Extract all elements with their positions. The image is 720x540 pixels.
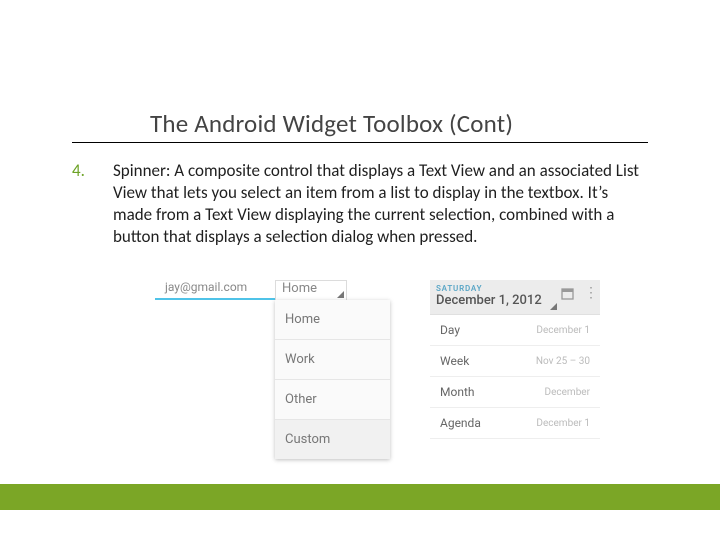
dropdown-triangle-icon [550, 303, 557, 310]
calendar-view-value: Nov 25 – 30 [536, 356, 590, 367]
dropdown-triangle-icon [337, 291, 344, 298]
title-underline [72, 142, 648, 143]
spinner-option[interactable]: Other [275, 380, 390, 420]
calendar-view-option[interactable]: Agenda December 1 [430, 408, 600, 439]
spinner-option[interactable]: Home [275, 300, 390, 340]
slide-title: The Android Widget Toolbox (Cont) [150, 108, 513, 139]
calendar-actions: ⋮ [561, 286, 596, 300]
calendar-view-label: Month [440, 385, 474, 399]
calendar-view-value: December 1 [536, 325, 590, 336]
calendar-view-option[interactable]: Week Nov 25 – 30 [430, 346, 600, 377]
slide: The Android Widget Toolbox (Cont) 4. Spi… [0, 0, 720, 540]
today-icon[interactable] [561, 287, 574, 300]
calendar-header[interactable]: SATURDAY December 1, 2012 ⋮ [430, 280, 600, 315]
calendar-panel: SATURDAY December 1, 2012 ⋮ Day December… [430, 280, 600, 439]
calendar-view-value: December [545, 387, 590, 398]
calendar-view-option[interactable]: Day December 1 [430, 315, 600, 346]
spinner-option[interactable]: Custom [275, 420, 390, 459]
spinner-dropdown: Home Work Other Custom [275, 300, 390, 459]
calendar-view-label: Agenda [440, 416, 481, 430]
list-number: 4. [72, 160, 85, 181]
overflow-menu-icon[interactable]: ⋮ [584, 286, 596, 300]
footer-bar [0, 484, 720, 510]
calendar-view-list: Day December 1 Week Nov 25 – 30 Month De… [430, 315, 600, 439]
spinner-option[interactable]: Work [275, 340, 390, 380]
calendar-view-value: December 1 [536, 418, 590, 429]
spinner-figure: jay@gmail.com Home Home Work Other Custo… [155, 280, 605, 480]
spinner-selected[interactable]: Home [275, 280, 347, 301]
calendar-view-label: Day [440, 323, 460, 337]
email-field[interactable]: jay@gmail.com [155, 280, 280, 300]
calendar-view-option[interactable]: Month December [430, 377, 600, 408]
spinner-selected-label: Home [282, 281, 317, 296]
calendar-view-label: Week [440, 354, 469, 368]
body-text: Spinner: A composite control that displa… [113, 160, 640, 248]
